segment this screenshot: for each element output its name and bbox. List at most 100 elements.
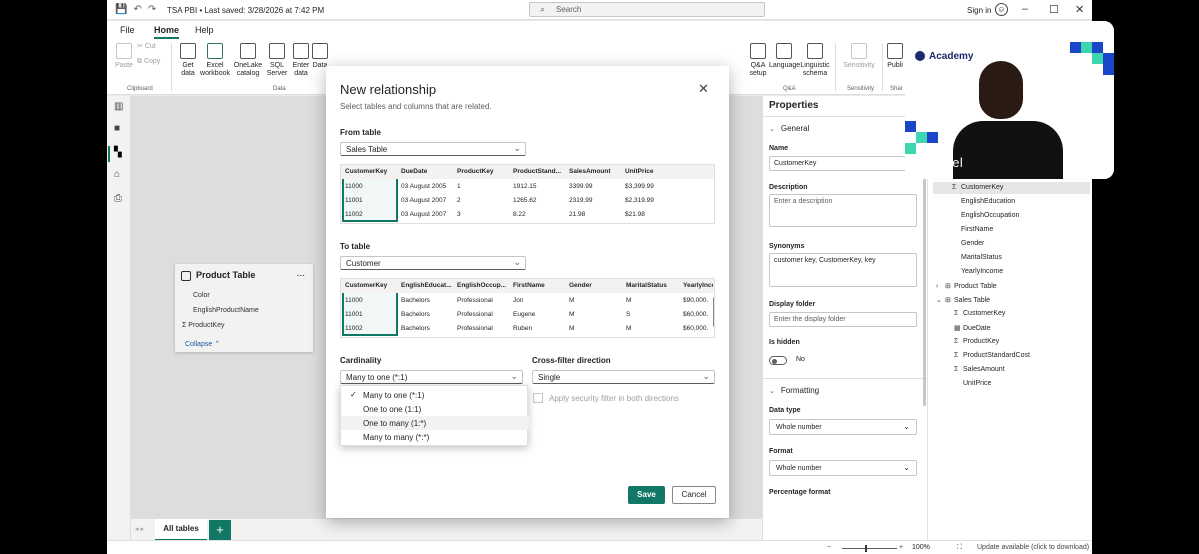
- from-table-dropdown[interactable]: Sales Table ⌄: [340, 142, 526, 156]
- field-item[interactable]: EnglishOccupation: [961, 212, 1019, 219]
- chevron-down-icon: ⌄: [903, 422, 910, 431]
- column-header[interactable]: ProductStand...: [513, 168, 567, 175]
- ribbon-separator: [171, 43, 172, 91]
- column-header[interactable]: MaritalStatus: [626, 282, 680, 289]
- model-view-icon[interactable]: ▚: [114, 148, 124, 158]
- field-item[interactable]: Σ CustomerKey: [954, 310, 1005, 317]
- tab-file[interactable]: File: [120, 25, 135, 35]
- field-customerkey-selected[interactable]: Σ CustomerKey: [933, 182, 1090, 194]
- sql-server-button[interactable]: SQL Server: [265, 43, 289, 78]
- excel-workbook-button[interactable]: Excel workbook: [200, 43, 230, 78]
- minimize-icon[interactable]: –: [1022, 3, 1028, 15]
- to-table-dropdown[interactable]: Customer ⌄: [340, 256, 526, 270]
- dax-query-icon[interactable]: ⌂: [114, 170, 124, 180]
- zoom-slider-thumb[interactable]: [865, 545, 867, 552]
- option-one-to-many[interactable]: One to many (1:*): [341, 416, 529, 430]
- column-header[interactable]: FirstName: [513, 282, 567, 289]
- qa-setup-button[interactable]: Q&A setup: [747, 43, 769, 78]
- table-scrollbar[interactable]: [713, 297, 714, 327]
- sign-in-link[interactable]: Sign in: [967, 6, 991, 15]
- update-available-link[interactable]: Update available (click to download): [977, 544, 1089, 551]
- formatting-section-toggle[interactable]: ⌄ Formatting: [769, 386, 819, 395]
- column-header[interactable]: UnitPrice: [625, 168, 679, 175]
- cut-button[interactable]: ✂ Cut: [137, 43, 156, 51]
- field-item[interactable]: EnglishEducation: [961, 198, 1015, 205]
- decor-square: [1103, 64, 1114, 75]
- name-field[interactable]: CustomerKey: [769, 156, 917, 171]
- option-one-to-one[interactable]: One to one (1:1): [341, 402, 529, 416]
- search-input[interactable]: ⌕ Search: [529, 2, 765, 17]
- field-item[interactable]: UnitPrice: [963, 380, 991, 387]
- language-button[interactable]: Language: [769, 43, 800, 70]
- linguistic-schema-button[interactable]: Linguistic schema: [799, 43, 831, 78]
- table-sales[interactable]: ⌄ ⊞ Sales Table: [936, 296, 990, 304]
- field-item[interactable]: FirstName: [961, 226, 993, 233]
- onelake-catalog-button[interactable]: OneLake catalog: [233, 43, 263, 78]
- description-field[interactable]: Enter a description: [769, 194, 917, 227]
- add-layout-button[interactable]: +: [209, 520, 231, 540]
- data-type-dropdown[interactable]: Whole number ⌄: [769, 419, 917, 435]
- quick-access-toolbar[interactable]: 💾↶↷: [115, 4, 162, 15]
- tab-help[interactable]: Help: [195, 25, 214, 35]
- option-many-to-one[interactable]: ✓ Many to one (*:1): [341, 388, 529, 402]
- copy-button[interactable]: ⧉ Copy: [137, 58, 160, 66]
- save-button[interactable]: Save: [628, 486, 665, 504]
- zoom-slider[interactable]: [842, 548, 897, 549]
- decor-square: [1103, 53, 1114, 64]
- sigma-icon: Σ: [952, 184, 957, 191]
- tab-scroll-arrows-icon[interactable]: ◂ ▸: [135, 525, 144, 533]
- column-header[interactable]: EnglishEducat...: [401, 282, 455, 289]
- get-data-button[interactable]: Get data: [175, 43, 201, 78]
- field-item[interactable]: MaritalStatus: [961, 254, 1002, 261]
- cardinality-dropdown[interactable]: Many to one (*:1) ⌄: [340, 370, 523, 384]
- dialog-subtitle: Select tables and columns that are relat…: [340, 102, 492, 111]
- percentage-format-label: Percentage format: [769, 489, 831, 496]
- column-header[interactable]: ProductKey: [457, 168, 511, 175]
- enter-data-button[interactable]: Enter data: [290, 43, 312, 78]
- option-many-to-many[interactable]: Many to many (*:*): [341, 430, 529, 444]
- paste-button[interactable]: Paste: [114, 43, 134, 70]
- from-table-preview: CustomerKey DueDate ProductKey ProductSt…: [340, 164, 715, 224]
- close-icon[interactable]: ✕: [698, 81, 709, 97]
- field-item[interactable]: Gender: [961, 240, 984, 247]
- field-item[interactable]: Σ SalesAmount: [954, 366, 1005, 373]
- fit-to-screen-icon[interactable]: ⛶: [957, 544, 962, 552]
- security-filter-checkbox[interactable]: [533, 393, 543, 403]
- tab-home[interactable]: Home: [154, 25, 180, 39]
- zoom-in-icon[interactable]: +: [899, 544, 903, 551]
- field-item[interactable]: YearlyIncome: [961, 268, 1003, 275]
- account-avatar-icon[interactable]: ☺: [995, 3, 1008, 16]
- linguistic-icon: [807, 43, 823, 59]
- cancel-button[interactable]: Cancel: [672, 486, 716, 504]
- synonyms-field[interactable]: customer key, CustomerKey, key: [769, 253, 917, 287]
- close-window-icon[interactable]: ✕: [1075, 3, 1084, 16]
- column-header[interactable]: Gender: [569, 282, 623, 289]
- is-hidden-toggle[interactable]: [769, 356, 787, 365]
- sensitivity-icon: [851, 43, 867, 59]
- display-folder-field[interactable]: Enter the display folder: [769, 312, 917, 327]
- field-item[interactable]: ▦ DueDate: [954, 324, 991, 332]
- table-view-icon[interactable]: ■: [114, 124, 124, 134]
- column-header[interactable]: DueDate: [401, 168, 455, 175]
- chevron-right-icon: ›: [936, 283, 939, 290]
- properties-scrollbar[interactable]: [923, 156, 926, 406]
- table-product[interactable]: › ⊞ Product Table: [936, 282, 997, 290]
- zoom-out-icon[interactable]: −: [827, 544, 831, 551]
- field-item[interactable]: Σ ProductStandardCost: [954, 352, 1030, 359]
- general-section-toggle[interactable]: ⌄ General: [769, 124, 809, 133]
- maximize-icon[interactable]: ☐: [1049, 3, 1059, 16]
- window-title: TSA PBI • Last saved: 3/28/2026 at 7:42 …: [167, 6, 325, 15]
- sensitivity-button[interactable]: Sensitivity: [841, 43, 877, 70]
- tmdl-view-icon[interactable]: ⎙: [114, 194, 124, 204]
- column-header[interactable]: SalesAmount: [569, 168, 623, 175]
- column-header[interactable]: EnglishOccup...: [457, 282, 511, 289]
- field-item[interactable]: Σ ProductKey: [954, 338, 999, 345]
- column-header[interactable]: CustomerKey: [345, 168, 399, 175]
- column-header[interactable]: CustomerKey: [345, 282, 397, 289]
- column-header[interactable]: YearlyInco: [683, 282, 713, 289]
- crossfilter-dropdown[interactable]: Single ⌄: [532, 370, 715, 384]
- report-view-icon[interactable]: ▥: [114, 102, 124, 112]
- publish-button[interactable]: Publi: [885, 43, 905, 70]
- tab-all-tables[interactable]: All tables: [155, 519, 207, 541]
- format-dropdown[interactable]: Whole number ⌄: [769, 460, 917, 476]
